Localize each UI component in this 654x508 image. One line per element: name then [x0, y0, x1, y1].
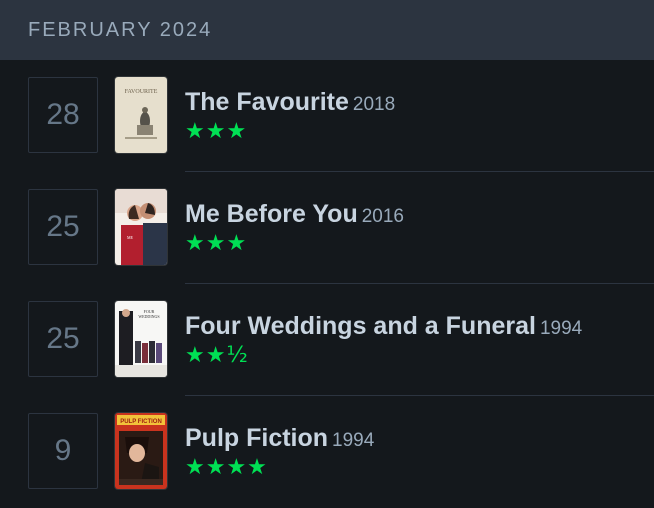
svg-text:PULP FICTION: PULP FICTION — [120, 419, 162, 425]
me-before-you-poster[interactable]: ME — [115, 189, 167, 265]
film-title[interactable]: Four Weddings and a Funeral — [185, 312, 536, 340]
svg-text:WEDDINGS: WEDDINGS — [138, 314, 159, 319]
film-title[interactable]: The Favourite — [185, 88, 349, 116]
diary-entry[interactable]: 25 ME Me Before You 2016 ★★★ — [0, 172, 654, 284]
day-number[interactable]: 25 — [28, 301, 98, 377]
the-favourite-poster[interactable]: FAVOURITE — [115, 77, 167, 153]
star-rating: ★★½ — [185, 343, 249, 368]
star-rating: ★★★ — [185, 119, 248, 144]
month-label: FEBRUARY 2024 — [28, 18, 213, 41]
month-header: FEBRUARY 2024 — [0, 0, 654, 60]
film-info: Four Weddings and a Funeral 1994 ★★½ — [185, 312, 582, 368]
star-rating: ★★★★ — [185, 455, 268, 480]
film-year[interactable]: 1994 — [332, 430, 374, 451]
film-title[interactable]: Me Before You — [185, 200, 358, 228]
film-year[interactable]: 2018 — [353, 94, 395, 115]
diary-list: 28 FAVOURITE The Favourite 2018 ★★★ 25 M… — [0, 60, 654, 508]
film-year[interactable]: 1994 — [540, 318, 582, 339]
svg-text:FAVOURITE: FAVOURITE — [125, 89, 158, 95]
day-number[interactable]: 25 — [28, 189, 98, 265]
four-weddings-poster[interactable]: FOUR WEDDINGS — [115, 301, 167, 377]
film-info: Pulp Fiction 1994 ★★★★ — [185, 424, 374, 480]
diary-entry[interactable]: 28 FAVOURITE The Favourite 2018 ★★★ — [0, 60, 654, 172]
diary-entry[interactable]: 25 FOUR WEDDINGS Four Weddings and a Fun… — [0, 284, 654, 396]
diary-entry[interactable]: 9 PULP FICTION Pulp Fiction 1994 ★★★★ — [0, 396, 654, 508]
film-year[interactable]: 2016 — [362, 206, 404, 227]
film-info: The Favourite 2018 ★★★ — [185, 88, 395, 144]
day-number[interactable]: 28 — [28, 77, 98, 153]
film-info: Me Before You 2016 ★★★ — [185, 200, 404, 256]
film-title[interactable]: Pulp Fiction — [185, 424, 328, 452]
day-number[interactable]: 9 — [28, 413, 98, 489]
pulp-fiction-poster[interactable]: PULP FICTION — [115, 413, 167, 489]
svg-text:ME: ME — [127, 235, 134, 240]
star-rating: ★★★ — [185, 231, 248, 256]
